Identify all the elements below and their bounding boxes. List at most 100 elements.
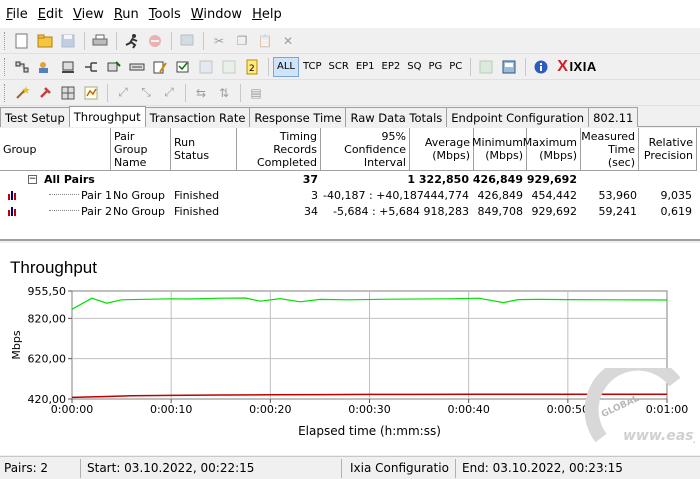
y-tick-label: 420,00 (28, 393, 67, 406)
chart-config-icon[interactable] (80, 82, 102, 104)
filter-ep2-button[interactable]: EP2 (379, 57, 404, 77)
script-icon[interactable] (126, 56, 148, 78)
cut-icon[interactable]: ✂ (208, 30, 230, 52)
run-icon[interactable] (121, 30, 143, 52)
menu-tools[interactable]: Tools (147, 7, 189, 22)
average: 918,283 (423, 204, 470, 218)
y-axis-label: Mbps (10, 330, 23, 359)
summary-row[interactable]: − All Pairs 37 1 322,850 426,849 929,692 (0, 171, 700, 187)
tree-connector (49, 187, 79, 195)
col-average[interactable]: Average (Mbps) (410, 128, 474, 171)
wizard-icon[interactable] (11, 82, 33, 104)
col-confidence-interval[interactable]: 95% Confidence Interval (321, 128, 410, 171)
run-status: Finished (174, 188, 220, 202)
col-pair-group-name[interactable]: Pair Group Name (111, 128, 171, 171)
grid-config-icon[interactable] (57, 82, 79, 104)
toolbar-grip[interactable] (4, 31, 7, 50)
pair-name: Pair 2 (81, 204, 112, 218)
network-icon[interactable] (80, 56, 102, 78)
col-timing-records[interactable]: Timing Records Completed (237, 128, 321, 171)
results-icon[interactable] (498, 56, 520, 78)
split-horizontal-icon[interactable]: ⇆ (190, 82, 212, 104)
status-end: End: 03.10.2022, 00:23:15 (462, 461, 623, 475)
tab-endpoint-configuration[interactable]: Endpoint Configuration (446, 107, 590, 127)
toolbar-separator (470, 57, 472, 76)
x-tick-label: 0:00:10 (150, 403, 192, 416)
table-row[interactable]: Pair 1 No Group Finished 3 -40,187 : +40… (0, 187, 700, 203)
info-icon[interactable] (530, 56, 552, 78)
summary-maximum: 929,692 (526, 172, 577, 186)
relative-precision: 9,035 (660, 188, 693, 202)
add-group-icon[interactable] (34, 56, 56, 78)
site-watermark-logo: GLOBAL www.easy (584, 368, 695, 444)
multicast-icon[interactable] (57, 56, 79, 78)
minimum: 849,708 (477, 204, 524, 218)
filter-tcp-button[interactable]: TCP (300, 57, 325, 77)
col-measured-time[interactable]: Measured Time (sec) (581, 128, 639, 171)
print-icon[interactable] (89, 30, 111, 52)
delete-icon[interactable]: ✕ (277, 30, 299, 52)
open-folder-icon[interactable] (34, 30, 56, 52)
save-icon[interactable] (57, 30, 79, 52)
col-relative-precision[interactable]: Relative Precision (639, 128, 697, 171)
table-row[interactable]: Pair 2 No Group Finished 34 -5,684 : +5,… (0, 203, 700, 219)
grid-header: Group Pair Group Name Run Status Timing … (0, 128, 697, 171)
new-file-icon[interactable] (11, 30, 33, 52)
svg-text:2: 2 (249, 64, 255, 74)
results-tabs: Test Setup Throughput Transaction Rate R… (0, 106, 700, 127)
minimum: 426,849 (477, 188, 524, 202)
toolbar-separator (240, 83, 241, 102)
tab-response-time[interactable]: Response Time (249, 107, 347, 127)
numbering-icon[interactable]: 2 (241, 56, 263, 78)
pair-edit-icon[interactable] (103, 56, 125, 78)
measured-time: 59,241 (598, 204, 638, 218)
expand-all-icon[interactable]: ⤢ (158, 82, 180, 104)
filter-ep1-button[interactable]: EP1 (353, 57, 378, 77)
pin-icon[interactable] (34, 82, 56, 104)
rename-icon[interactable] (195, 56, 217, 78)
menu-file[interactable]: File (4, 7, 36, 22)
options-icon[interactable] (218, 56, 240, 78)
pair-group-name: No Group (113, 204, 165, 218)
expand-icon[interactable]: ⤢ (112, 82, 134, 104)
toolbar-grip[interactable] (4, 57, 7, 76)
menu-edit[interactable]: Edit (36, 7, 71, 22)
toolbar-separator (84, 31, 85, 50)
timing-records: 34 (304, 204, 318, 218)
filter-all-button[interactable]: ALL (273, 56, 299, 77)
filter-sq-button[interactable]: SQ (404, 57, 424, 77)
filter-scr-button[interactable]: SCR (326, 57, 352, 77)
toolbar-grip[interactable] (4, 83, 7, 102)
filter-pc-button[interactable]: PC (446, 57, 465, 77)
maximum: 454,442 (531, 188, 578, 202)
stop-icon[interactable] (144, 30, 166, 52)
menu-run[interactable]: Run (112, 7, 147, 22)
tab-transaction-rate[interactable]: Transaction Rate (144, 107, 251, 127)
collapse-icon[interactable]: − (28, 171, 37, 187)
split-vertical-icon[interactable]: ⇅ (213, 82, 235, 104)
edit-script-icon[interactable] (149, 56, 171, 78)
endpoint-icon[interactable] (172, 56, 194, 78)
paste-icon[interactable]: 📋 (254, 30, 276, 52)
copy-icon[interactable]: ❐ (231, 30, 253, 52)
collapse-icon[interactable]: ⤡ (135, 82, 157, 104)
tree-connector (49, 203, 79, 211)
export-icon[interactable] (475, 56, 497, 78)
add-pair-icon[interactable] (11, 56, 33, 78)
col-maximum[interactable]: Maximum (Mbps) (523, 128, 581, 171)
tab-test-setup[interactable]: Test Setup (0, 107, 70, 127)
tab-80211[interactable]: 802.11 (588, 107, 639, 127)
report-icon[interactable]: ▤ (245, 82, 267, 104)
tab-throughput[interactable]: Throughput (68, 106, 146, 127)
col-group[interactable]: Group (0, 128, 111, 171)
menu-view[interactable]: View (71, 7, 112, 22)
tab-raw-data-totals[interactable]: Raw Data Totals (345, 107, 448, 127)
status-start: Start: 03.10.2022, 00:22:15 (81, 458, 342, 478)
y-tick-label: 820,00 (28, 312, 67, 325)
menu-help[interactable]: Help (250, 7, 290, 22)
col-minimum[interactable]: Minimum (Mbps) (472, 128, 527, 171)
filter-pg-button[interactable]: PG (425, 57, 445, 77)
menu-window[interactable]: Window (189, 7, 250, 22)
col-run-status[interactable]: Run Status (171, 128, 237, 171)
monitor-icon[interactable] (176, 30, 198, 52)
